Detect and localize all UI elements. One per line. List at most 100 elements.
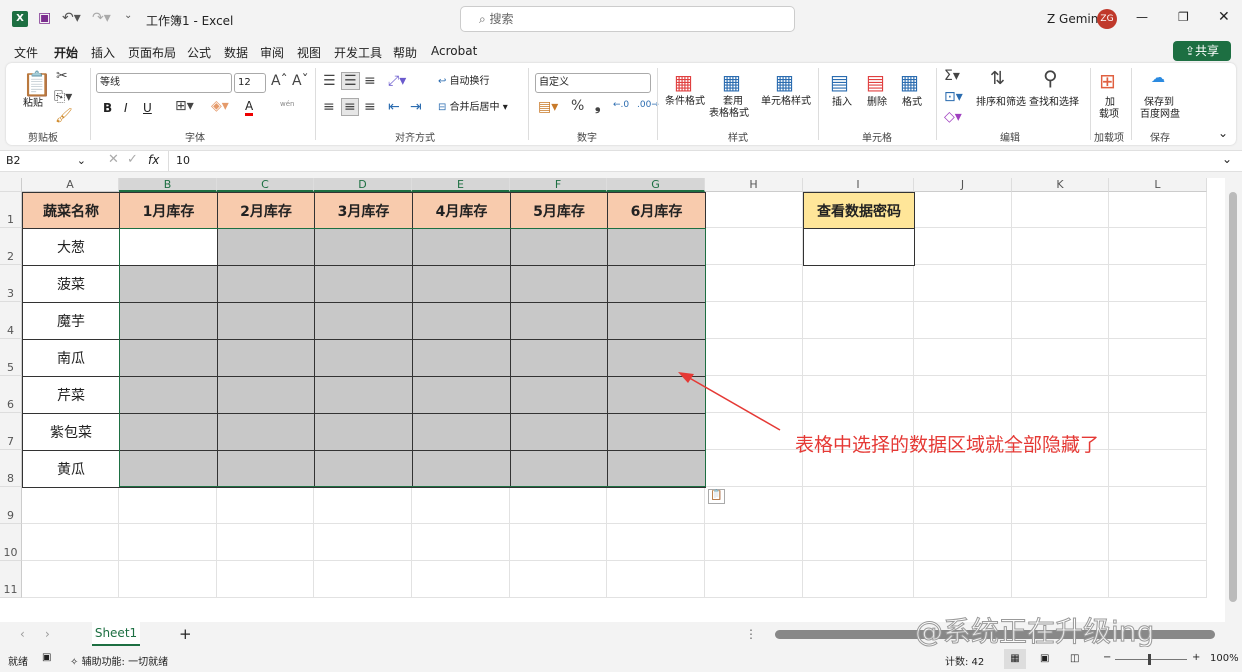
insert-cells-icon[interactable]: ▤ — [830, 70, 849, 94]
redo-icon[interactable]: ↷▾ — [92, 10, 111, 26]
sort-filter-button[interactable]: 排序和筛选 — [976, 97, 1026, 109]
accounting-format-icon[interactable]: ▤▾ — [538, 99, 558, 115]
delete-cells-icon[interactable]: ▤ — [866, 70, 885, 94]
merge-center-button[interactable]: ⊟ 合并后居中 ▾ — [438, 102, 508, 114]
fill-icon[interactable]: ⊡▾ — [944, 89, 963, 105]
avatar[interactable]: ZG — [1097, 9, 1117, 29]
zoom-out-button[interactable]: − — [1103, 652, 1111, 663]
menu-tab[interactable]: 插入 — [91, 44, 115, 61]
cut-icon[interactable]: ✂ — [56, 68, 68, 84]
cancel-icon[interactable]: ✕ — [108, 152, 119, 167]
sheet-tab-sheet1[interactable]: Sheet1 — [92, 622, 140, 646]
align-middle-icon[interactable]: ☰ — [341, 72, 360, 90]
orientation-icon[interactable]: ⤢▾ — [388, 73, 406, 89]
menu-tab[interactable]: 视图 — [297, 44, 321, 61]
customize-qat-icon[interactable]: ⌄ — [124, 10, 132, 21]
menu-tab[interactable]: 开始 — [54, 44, 79, 65]
increase-font-icon[interactable]: Aˆ — [271, 73, 288, 89]
cell-styles-button[interactable]: 单元格样式 — [761, 96, 811, 108]
menu-tab[interactable]: 帮助 — [393, 44, 417, 61]
next-sheet-icon[interactable]: › — [45, 627, 50, 641]
phonetic-button[interactable]: wén — [280, 100, 294, 108]
font-color-button[interactable]: A — [245, 99, 254, 116]
name-box[interactable]: B2 ⌄ — [6, 154, 86, 167]
menu-tab[interactable]: 审阅 — [260, 44, 284, 61]
collapse-ribbon-icon[interactable]: ⌄ — [1218, 126, 1228, 140]
minimize-icon[interactable]: — — [1136, 10, 1148, 24]
menu-tab[interactable]: 数据 — [224, 44, 248, 61]
paste-options-icon[interactable]: 📋 — [708, 489, 725, 504]
zoom-slider-thumb[interactable] — [1148, 654, 1151, 665]
autosum-icon[interactable]: Σ▾ — [944, 68, 960, 84]
save-baidu-button[interactable]: 百度网盘 — [1140, 109, 1180, 121]
borders-icon[interactable]: ⊞▾ — [175, 98, 194, 114]
format-as-table-icon[interactable]: ▦ — [722, 70, 741, 94]
expand-formula-icon[interactable]: ⌄ — [1222, 152, 1232, 166]
restore-icon[interactable]: ❐ — [1178, 10, 1189, 24]
increase-indent-icon[interactable]: ⇥ — [410, 99, 422, 115]
format-cells-icon[interactable]: ▦ — [900, 70, 919, 94]
find-select-icon[interactable]: ⚲ — [1043, 66, 1058, 90]
zoom-in-button[interactable]: + — [1192, 652, 1200, 663]
normal-view-icon[interactable]: ▦ — [1004, 649, 1026, 669]
menu-tab[interactable]: Acrobat — [431, 44, 477, 58]
worksheet-grid[interactable]: 黄瓜 紫包菜 芹菜 南瓜 魔芋 菠菜 大葱 查看数据密码 6月库存 5月库存 4月库存 3月库存 2月库… — [0, 178, 1225, 622]
scroll-thumb[interactable] — [1229, 192, 1237, 602]
align-right-icon[interactable]: ≡ — [364, 99, 376, 115]
decrease-indent-icon[interactable]: ⇤ — [388, 99, 400, 115]
zoom-slider[interactable] — [1115, 659, 1187, 660]
number-format-select[interactable]: 自定义 — [535, 73, 651, 93]
font-size-select[interactable]: 12 — [234, 73, 266, 93]
conditional-format-icon[interactable]: ▦ — [674, 70, 693, 94]
fill-color-icon[interactable]: ◈▾ — [211, 98, 229, 114]
decrease-decimal-icon[interactable]: .00→ — [637, 100, 659, 110]
format-painter-icon[interactable]: 🖌 — [55, 108, 73, 124]
insert-function-button[interactable]: fx — [148, 153, 159, 167]
insert-button[interactable]: 插入 — [832, 97, 852, 109]
sort-filter-icon[interactable]: ⇅ — [990, 68, 1005, 89]
menu-tab[interactable]: 公式 — [187, 44, 211, 61]
percent-button[interactable]: % — [571, 98, 584, 114]
paste-button[interactable]: 粘贴 — [23, 98, 43, 110]
format-as-table-label1[interactable]: 套用 — [723, 96, 743, 108]
increase-decimal-icon[interactable]: ←.0 — [613, 100, 629, 110]
decrease-font-icon[interactable]: Aˇ — [292, 73, 309, 89]
prev-sheet-icon[interactable]: ‹ — [20, 627, 25, 641]
wrap-text-button[interactable]: ↩ 自动换行 — [438, 76, 490, 88]
comma-button[interactable]: ❟ — [595, 98, 601, 114]
zoom-level[interactable]: 100% — [1210, 653, 1239, 664]
paste-icon[interactable]: 📋 — [22, 70, 52, 98]
italic-button[interactable]: I — [124, 101, 128, 115]
find-select-button[interactable]: 查找和选择 — [1029, 97, 1079, 109]
format-as-table-button[interactable]: 表格格式 — [709, 108, 749, 120]
page-layout-view-icon[interactable]: ▣ — [1040, 653, 1049, 664]
add-sheet-button[interactable]: + — [179, 625, 192, 643]
tab-split-handle[interactable]: ⋮ — [745, 627, 757, 641]
align-bottom-icon[interactable]: ≡ — [364, 73, 376, 89]
formula-input[interactable]: 10 — [176, 154, 190, 167]
menu-tab[interactable]: 开发工具 — [334, 44, 382, 61]
undo-icon[interactable]: ↶▾ — [62, 10, 81, 26]
enter-icon[interactable]: ✓ — [127, 152, 138, 167]
cell-styles-icon[interactable]: ▦ — [775, 70, 794, 94]
delete-button[interactable]: 删除 — [867, 97, 887, 109]
macro-record-icon[interactable]: ▣ — [42, 652, 51, 663]
copy-icon[interactable]: ⎘▾ — [54, 89, 72, 105]
save-to-label[interactable]: 保存到 — [1144, 97, 1174, 109]
addins-label1[interactable]: 加 — [1105, 97, 1115, 109]
font-name-select[interactable]: 等线 — [96, 73, 232, 93]
save-icon[interactable]: ▣ — [38, 10, 51, 26]
addins-icon[interactable]: ⊞ — [1099, 69, 1116, 93]
share-button[interactable]: ⇪共享 — [1173, 41, 1231, 61]
underline-button[interactable]: U — [143, 101, 152, 115]
page-break-view-icon[interactable]: ◫ — [1070, 653, 1079, 664]
bold-button[interactable]: B — [103, 101, 112, 115]
accessibility-status[interactable]: ✧ 辅助功能: 一切就绪 — [70, 653, 168, 668]
baidu-netdisk-icon[interactable]: ☁ — [1151, 70, 1165, 86]
clear-icon[interactable]: ◇▾ — [944, 109, 962, 125]
search-box[interactable]: ⌕ 搜索 — [460, 6, 795, 32]
vertical-scrollbar[interactable] — [1225, 178, 1242, 622]
menu-tab[interactable]: 页面布局 — [128, 44, 176, 61]
addins-button[interactable]: 载项 — [1099, 109, 1119, 121]
align-left-icon[interactable]: ≡ — [323, 99, 335, 115]
